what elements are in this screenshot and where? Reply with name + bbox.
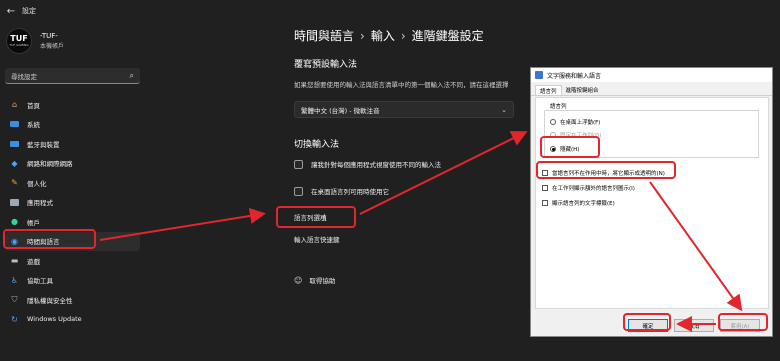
annotation-arrows [99, 131, 743, 332]
arrow-to-apply-button [649, 181, 743, 312]
arrow-to-language-bar-link [99, 208, 266, 241]
arrow-to-dialog [359, 131, 528, 215]
